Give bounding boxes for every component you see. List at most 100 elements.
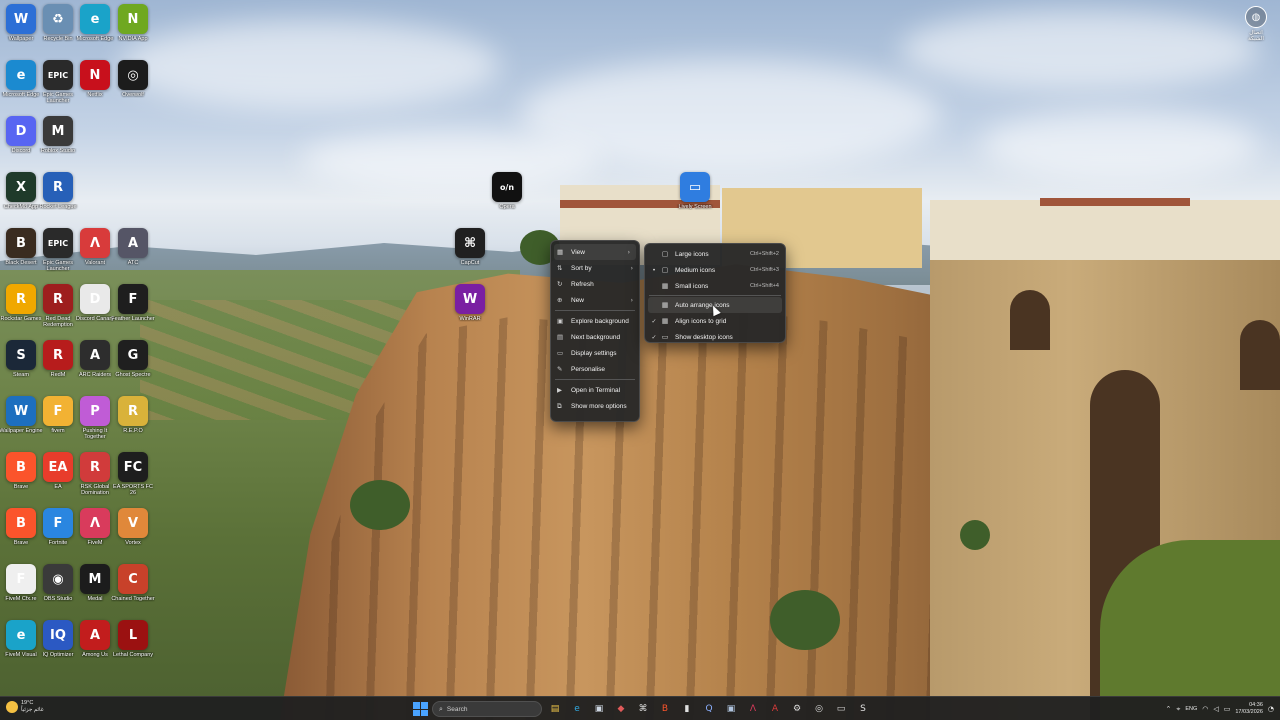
battery-icon[interactable]: ▭ — [1224, 705, 1231, 713]
desktop-icon[interactable]: N NVIDIA App — [114, 4, 152, 60]
location-icon[interactable]: ⌖ — [1176, 705, 1180, 714]
terminal-icon[interactable]: ▣ — [722, 700, 740, 718]
desktop-icon[interactable]: Ffivem — [39, 396, 77, 452]
fivem-icon[interactable]: Λ — [744, 700, 762, 718]
context-menu-item[interactable]: ↻ Refresh — [551, 276, 639, 292]
clock[interactable]: 04:36 17/03/2026 — [1235, 702, 1263, 716]
desktop-icon[interactable]: V Vortex — [114, 508, 152, 564]
desktop-icon[interactable]: EA EA — [39, 452, 77, 508]
desktop-icon[interactable]: ◉ OBS Studio — [39, 564, 77, 620]
desktop-icon[interactable]: D Discord Canary — [76, 284, 114, 340]
desktop-icon[interactable]: R Red Dead Redemption — [39, 284, 77, 340]
desktop-icon[interactable]: A ARC Raiders — [76, 340, 114, 396]
desktop-icon[interactable]: IQ IQ Optimizer — [39, 620, 77, 676]
desktop-icon[interactable]: e FiveM Visual — [2, 620, 40, 676]
context-menu-item[interactable]: ▶ Open in Terminal — [551, 382, 639, 398]
desktop-icon[interactable]: M Roblox Studio — [39, 116, 77, 172]
view-submenu-item[interactable]: • ▢ Medium icons Ctrl+Shift+3 — [645, 262, 785, 278]
view-submenu-item[interactable]: ✓ ▭ Show desktop icons — [645, 329, 785, 345]
desktop-icon[interactable]: F Fortnite — [39, 508, 77, 564]
context-menu-item[interactable]: ▭ Display settings — [551, 345, 639, 361]
brave-icon[interactable]: B — [656, 700, 674, 718]
desktop-icon[interactable]: G Ghost Spectre — [114, 340, 152, 396]
desktop-icon[interactable]: R R.E.P.O — [114, 396, 152, 452]
shortcut-label: Ctrl+Shift+2 — [749, 251, 779, 257]
app-icon[interactable]: A — [766, 700, 784, 718]
language-indicator[interactable]: ENG — [1185, 706, 1197, 712]
view-submenu-item[interactable]: ▦ Small icons Ctrl+Shift+4 — [645, 278, 785, 294]
folder-icon[interactable]: ▤ — [546, 700, 564, 718]
steam-icon[interactable]: S — [854, 700, 872, 718]
desktop-icon[interactable]: N Netflix — [76, 60, 114, 116]
context-menu-item[interactable]: ⊕ New › — [551, 292, 639, 308]
desktop-icon[interactable]: B Brave — [2, 508, 40, 564]
context-menu-item[interactable]: ⇅ Sort by › — [551, 260, 639, 276]
app-icon[interactable]: ◎ — [810, 700, 828, 718]
wifi-icon[interactable]: ◠ — [1202, 705, 1208, 713]
menu-item-label: Refresh — [571, 280, 594, 288]
context-menu-item[interactable]: ▦ View › — [554, 244, 636, 260]
desktop-icon[interactable]: e Microsoft Edge — [2, 60, 40, 116]
iq-icon[interactable]: Q — [700, 700, 718, 718]
app-icon[interactable]: ▭ — [832, 700, 850, 718]
desktop-icon[interactable]: R Rockstar Games — [1, 284, 41, 340]
desktop-icon[interactable]: FC EA SPORTS FC 26 — [113, 452, 153, 508]
desktop-icon[interactable]: ▭ Lively Screen — [676, 172, 714, 228]
desktop-icon[interactable]: o/n Opera — [488, 172, 526, 228]
volume-icon[interactable]: ◁ — [1213, 705, 1218, 713]
context-menu-item[interactable]: ▤ Next background — [551, 329, 639, 345]
desktop-icon[interactable]: W WinRAR — [451, 284, 489, 340]
desktop-icon[interactable]: B Black Desert — [2, 228, 40, 284]
desktop-icon[interactable]: F Feather Launcher — [111, 284, 155, 340]
app-icon[interactable]: ▮ — [678, 700, 696, 718]
app-icon: e — [6, 620, 36, 650]
desktop-icon[interactable]: W Wallpaper — [2, 4, 40, 60]
desktop-icon[interactable]: e Microsoft Edge — [76, 4, 114, 60]
desktop-icon[interactable]: C Chained Together — [111, 564, 155, 620]
desktop-icon[interactable]: F FiveM Cfx.re — [2, 564, 40, 620]
desktop-icon[interactable]: M Medal — [76, 564, 114, 620]
context-menu-item[interactable]: ▣ Explore background — [551, 313, 639, 329]
desktop-icon[interactable]: R RedM — [39, 340, 77, 396]
desktop-icon[interactable]: ♻ Recycle Bin — [39, 4, 77, 60]
desktop-icon[interactable]: S Steam — [2, 340, 40, 396]
desktop-wallpaper — [0, 0, 1280, 720]
desktop-icon-label: EA SPORTS FC 26 — [113, 484, 153, 496]
desktop-icon[interactable]: Λ Valorant — [76, 228, 114, 284]
desktop-icon[interactable]: X CheckM8 App — [2, 172, 40, 228]
search-box[interactable]: ⌕ Search — [432, 701, 542, 717]
desktop-icon[interactable]: A Among Us — [76, 620, 114, 676]
desktop-icon[interactable]: B Brave — [2, 452, 40, 508]
desktop-icon[interactable]: EPIC Epic Games Launcher — [39, 60, 77, 116]
app-icon: EPIC — [43, 228, 73, 258]
menu-item-label: Show more options — [571, 402, 627, 410]
app-icon: FC — [118, 452, 148, 482]
app-icon: B — [6, 508, 36, 538]
network-widget[interactable]: ◍ اتصال الشبكة — [1244, 6, 1268, 50]
desktop-icon[interactable]: D Discord — [2, 116, 40, 172]
desktop-icon[interactable]: ⌘ CapCut — [451, 228, 489, 284]
desktop-icon[interactable]: EPIC Epic Games Launcher — [39, 228, 77, 284]
desktop-icon[interactable]: R Rocket League — [39, 172, 77, 228]
notification-icon[interactable]: ◔ — [1268, 705, 1274, 713]
start-button[interactable] — [412, 701, 428, 717]
desktop-icon[interactable]: L Lethal Company — [113, 620, 153, 676]
desktop-icon[interactable]: A ATC — [114, 228, 152, 284]
desktop-icon[interactable]: W Wallpaper Engine — [0, 396, 43, 452]
context-menu-item[interactable]: ⧉ Show more options — [551, 398, 639, 414]
store-icon[interactable]: ▣ — [590, 700, 608, 718]
menu-separator — [555, 379, 635, 380]
desktop-icon[interactable]: ◎ Overwolf — [114, 60, 152, 116]
view-submenu-item[interactable]: ▢ Large icons Ctrl+Shift+2 — [645, 246, 785, 262]
weather-widget[interactable]: 19°C غائم جزئياً — [6, 700, 44, 714]
desktop-icon[interactable]: R RSK Global Domination — [76, 452, 114, 508]
desktop-icon[interactable]: P Pushing It Together — [76, 396, 114, 452]
context-menu-item[interactable]: ✎ Personalise — [551, 361, 639, 377]
desktop-icon-label: Chained Together — [111, 596, 155, 602]
app-icon[interactable]: ◆ — [612, 700, 630, 718]
chevron-up-icon[interactable]: ⌃ — [1165, 705, 1171, 713]
desktop-icon[interactable]: Λ FiveM — [76, 508, 114, 564]
edge-icon[interactable]: e — [568, 700, 586, 718]
capcut-icon[interactable]: ⌘ — [634, 700, 652, 718]
settings-icon[interactable]: ⚙ — [788, 700, 806, 718]
